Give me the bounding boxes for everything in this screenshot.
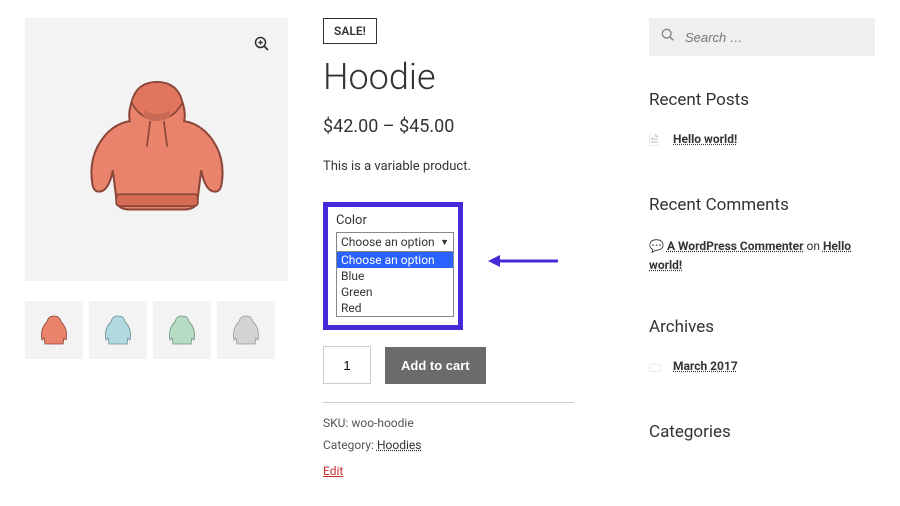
quantity-input[interactable]: [323, 346, 371, 384]
comment-icon: 💬: [649, 239, 664, 253]
hoodie-icon: [72, 65, 242, 235]
recent-comments-title: Recent Comments: [649, 195, 875, 215]
archive-item: 🗀 March 2017: [649, 359, 875, 380]
color-dropdown: Choose an option Blue Green Red: [336, 252, 454, 317]
product-thumbnail[interactable]: [153, 301, 211, 359]
search-input[interactable]: [685, 30, 863, 45]
product-meta: SKU: woo-hoodie Category: Hoodies: [323, 413, 574, 456]
folder-icon: 🗀: [649, 359, 663, 380]
product-thumbnail[interactable]: [25, 301, 83, 359]
color-select[interactable]: Choose an option ▼: [336, 232, 454, 252]
color-option[interactable]: Choose an option: [337, 252, 453, 268]
color-option[interactable]: Red: [337, 300, 453, 316]
color-option[interactable]: Green: [337, 284, 453, 300]
product-description: This is a variable product.: [323, 159, 574, 174]
sku-label: SKU:: [323, 416, 348, 430]
edit-link[interactable]: Edit: [323, 464, 343, 478]
product-price: $42.00 – $45.00: [323, 116, 574, 137]
archives-title: Archives: [649, 317, 875, 337]
product-main-image[interactable]: [25, 18, 288, 281]
color-option[interactable]: Blue: [337, 268, 453, 284]
sku-value: woo-hoodie: [351, 416, 413, 430]
color-label: Color: [336, 213, 450, 228]
add-to-cart-button[interactable]: Add to cart: [385, 347, 486, 384]
recent-posts-title: Recent Posts: [649, 90, 875, 110]
annotation-arrow-icon: [488, 254, 558, 268]
search-icon: [661, 28, 675, 46]
divider: [323, 402, 574, 403]
recent-comment-item: 💬 A WordPress Commenter on Hello world!: [649, 237, 875, 275]
comment-author-link[interactable]: A WordPress Commenter: [667, 239, 804, 253]
categories-title: Categories: [649, 422, 875, 442]
variation-color-box: Color Choose an option ▼ Choose an optio…: [323, 202, 463, 330]
document-icon: 🗎: [649, 132, 663, 153]
product-thumbnail[interactable]: [217, 301, 275, 359]
product-thumbnail[interactable]: [89, 301, 147, 359]
chevron-down-icon: ▼: [440, 237, 449, 248]
comment-on-text: on: [806, 239, 819, 253]
search-box[interactable]: [649, 18, 875, 56]
zoom-icon[interactable]: [254, 36, 270, 56]
color-select-value: Choose an option: [341, 235, 435, 249]
category-link[interactable]: Hoodies: [377, 438, 422, 452]
product-title: Hoodie: [323, 56, 574, 98]
recent-post-link[interactable]: Hello world!: [673, 132, 737, 153]
category-label: Category:: [323, 438, 374, 452]
sale-badge: SALE!: [323, 18, 377, 44]
recent-post-item: 🗎 Hello world!: [649, 132, 875, 153]
archive-link[interactable]: March 2017: [673, 359, 738, 380]
